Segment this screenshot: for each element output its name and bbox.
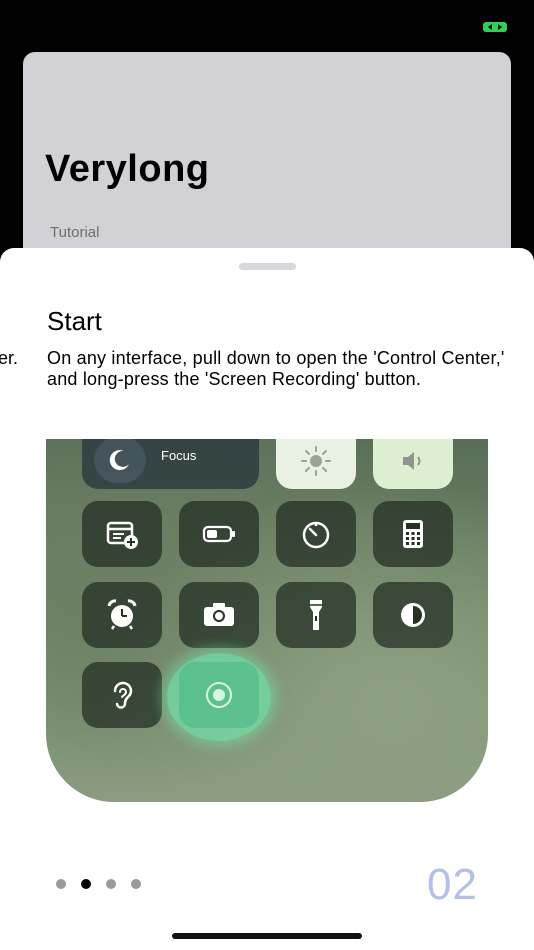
- speaker-icon: [403, 452, 421, 470]
- alarm-tile: [82, 582, 162, 648]
- calendar-add-icon: [106, 521, 138, 549]
- background-title: Verylong: [45, 148, 210, 190]
- timer-tile: [276, 501, 356, 567]
- screen-recording-icon: [206, 682, 232, 708]
- page-number: 02: [427, 860, 478, 909]
- flashlight-tile: [276, 582, 356, 648]
- step-title: Start: [47, 306, 102, 336]
- step-description: On any interface, pull down to open the …: [47, 348, 505, 389]
- screen-recording-button[interactable]: [179, 662, 259, 728]
- tutorial-sheet: er. Start On any interface, pull down to…: [0, 248, 534, 950]
- calculator-icon: [403, 520, 423, 548]
- dark-mode-icon: [401, 603, 425, 627]
- dark-mode-tile: [373, 582, 453, 648]
- calculator-tile: [373, 501, 453, 567]
- page-indicator[interactable]: [56, 879, 141, 889]
- hearing-icon: [113, 681, 133, 709]
- page-dot-1[interactable]: [56, 879, 66, 889]
- brightness-slider: [276, 439, 356, 489]
- camera-icon: [204, 603, 234, 626]
- status-indicator-icon: [483, 22, 507, 32]
- timer-icon: [302, 521, 330, 549]
- page-dot-4[interactable]: [131, 879, 141, 889]
- note-add-tile: [82, 501, 162, 567]
- volume-slider: [373, 439, 453, 489]
- control-center-illustration: Focus: [46, 439, 488, 802]
- battery-icon: [202, 525, 235, 543]
- alarm-icon: [107, 599, 137, 630]
- moon-icon: [94, 439, 146, 483]
- focus-label: Focus: [161, 448, 197, 463]
- camera-tile: [179, 582, 259, 648]
- page-dot-2-active[interactable]: [81, 879, 91, 889]
- sheet-grabber[interactable]: [239, 263, 296, 270]
- previous-page-peek-text: er.: [0, 348, 19, 368]
- hearing-tile: [82, 662, 162, 728]
- focus-tile: Focus: [82, 439, 259, 489]
- page-dot-3[interactable]: [106, 879, 116, 889]
- flashlight-icon: [310, 600, 322, 630]
- background-subtitle: Tutorial: [50, 224, 100, 241]
- brightness-icon: [301, 446, 331, 476]
- low-power-tile: [179, 501, 259, 567]
- home-indicator[interactable]: [172, 933, 362, 939]
